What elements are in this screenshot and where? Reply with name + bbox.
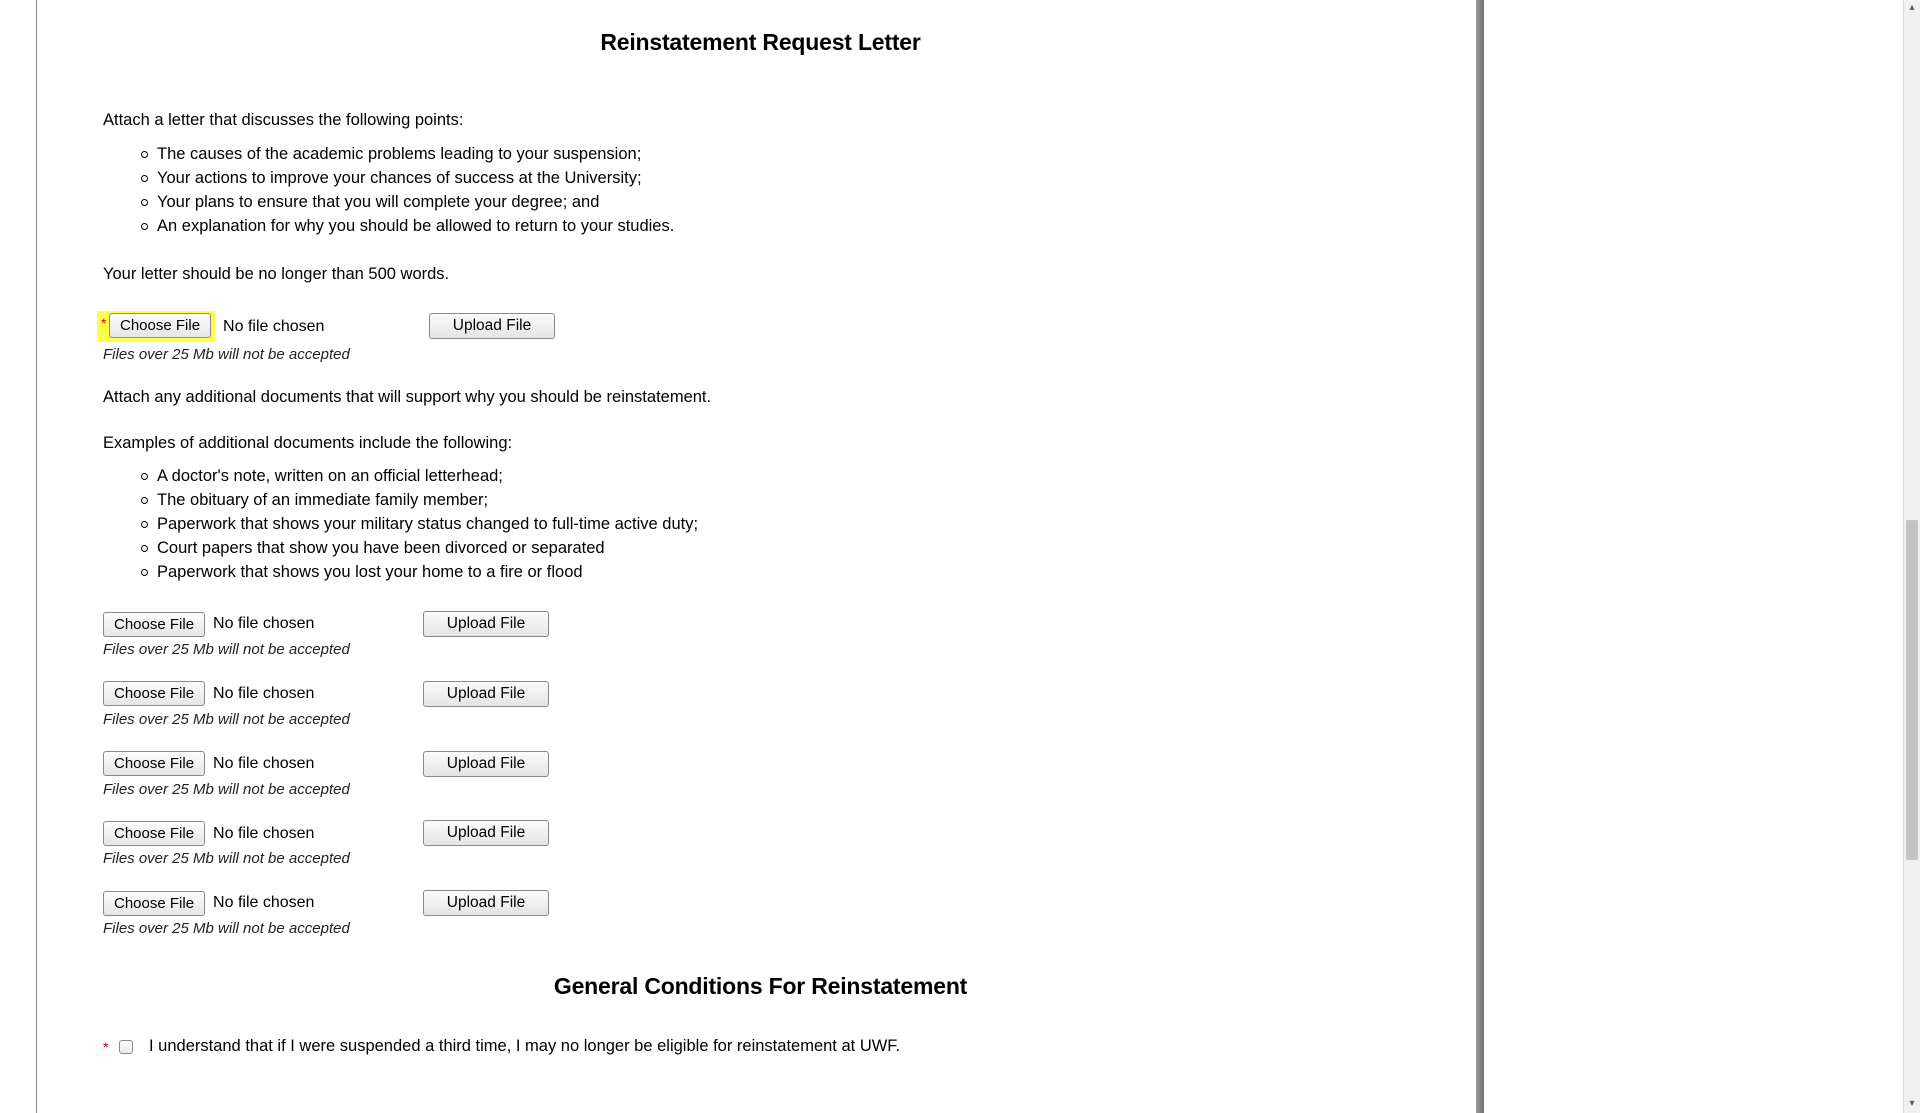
file-size-note: Files over 25 Mb will not be accepted: [103, 639, 1418, 661]
list-item: Paperwork that shows your military statu…: [157, 513, 1418, 537]
upload-file-button[interactable]: Upload File: [423, 820, 549, 846]
choose-file-button[interactable]: Choose File: [109, 313, 211, 338]
scroll-up-icon[interactable]: ▴: [1904, 0, 1920, 17]
file-row: Choose File No file chosen Upload File: [103, 818, 1418, 846]
upload-file-button[interactable]: Upload File: [429, 313, 555, 339]
no-file-chosen-text: No file chosen: [213, 822, 314, 845]
additional-upload-block: Choose File No file chosen Upload File F…: [103, 818, 1418, 870]
upload-file-button[interactable]: Upload File: [423, 751, 549, 777]
list-item: The causes of the academic problems lead…: [157, 143, 1418, 167]
choose-file-button[interactable]: Choose File: [103, 821, 205, 846]
no-file-chosen-text: No file chosen: [223, 315, 324, 338]
list-item: Paperwork that shows you lost your home …: [157, 561, 1418, 585]
condition-checkbox[interactable]: [119, 1040, 133, 1054]
file-row: Choose File No file chosen Upload File: [103, 609, 1418, 637]
section-title-general-conditions: General Conditions For Reinstatement: [103, 970, 1418, 1003]
vertical-scrollbar[interactable]: ▴ ▾: [1903, 0, 1920, 1113]
choose-file-button[interactable]: Choose File: [103, 681, 205, 706]
section-title-reinstatement-letter: Reinstatement Request Letter: [103, 26, 1418, 59]
upload-file-button[interactable]: Upload File: [423, 681, 549, 707]
file-row: Choose File No file chosen Upload File: [103, 749, 1418, 777]
additional-intro: Attach any additional documents that wil…: [103, 386, 1418, 410]
condition-checkbox-row: * I understand that if I were suspended …: [103, 1035, 1418, 1059]
additional-upload-block: Choose File No file chosen Upload File F…: [103, 749, 1418, 801]
list-item: Your plans to ensure that you will compl…: [157, 191, 1418, 215]
main-upload-block: * Choose File No file chosen Upload File…: [103, 309, 1418, 366]
required-mark: *: [101, 313, 109, 333]
list-item: An explanation for why you should be all…: [157, 215, 1418, 239]
additional-upload-block: Choose File No file chosen Upload File F…: [103, 888, 1418, 940]
choose-file-button[interactable]: Choose File: [103, 751, 205, 776]
file-row: Choose File No file chosen Upload File: [103, 888, 1418, 916]
no-file-chosen-text: No file chosen: [213, 612, 314, 635]
file-size-note: Files over 25 Mb will not be accepted: [103, 779, 1418, 801]
additional-upload-block: Choose File No file chosen Upload File F…: [103, 609, 1418, 661]
file-size-note: Files over 25 Mb will not be accepted: [103, 848, 1418, 870]
scroll-down-icon[interactable]: ▾: [1904, 1096, 1920, 1113]
file-row: * Choose File No file chosen Upload File: [103, 309, 1418, 342]
letter-intro: Attach a letter that discusses the follo…: [103, 109, 1418, 133]
letter-length-note: Your letter should be no longer than 500…: [103, 263, 1418, 287]
upload-file-button[interactable]: Upload File: [423, 611, 549, 637]
file-size-note: Files over 25 Mb will not be accepted: [103, 918, 1418, 940]
form-page: Reinstatement Request Letter Attach a le…: [36, 0, 1484, 1113]
no-file-chosen-text: No file chosen: [213, 752, 314, 775]
upload-file-button[interactable]: Upload File: [423, 890, 549, 916]
list-item: Your actions to improve your chances of …: [157, 167, 1418, 191]
required-highlight: * Choose File: [97, 311, 215, 342]
no-file-chosen-text: No file chosen: [213, 891, 314, 914]
file-size-note: Files over 25 Mb will not be accepted: [103, 344, 1418, 366]
list-item: The obituary of an immediate family memb…: [157, 489, 1418, 513]
no-file-chosen-text: No file chosen: [213, 682, 314, 705]
choose-file-button[interactable]: Choose File: [103, 612, 205, 637]
file-size-note: Files over 25 Mb will not be accepted: [103, 709, 1418, 731]
additional-examples-intro: Examples of additional documents include…: [103, 432, 1418, 456]
additional-examples-list: A doctor's note, written on an official …: [103, 465, 1418, 585]
required-mark: *: [103, 1037, 111, 1057]
choose-file-button[interactable]: Choose File: [103, 891, 205, 916]
additional-upload-block: Choose File No file chosen Upload File F…: [103, 679, 1418, 731]
list-item: A doctor's note, written on an official …: [157, 465, 1418, 489]
scroll-thumb[interactable]: [1906, 520, 1918, 860]
condition-text: I understand that if I were suspended a …: [149, 1035, 900, 1059]
inner-right-border: [1476, 0, 1484, 1113]
list-item: Court papers that show you have been div…: [157, 537, 1418, 561]
letter-points-list: The causes of the academic problems lead…: [103, 143, 1418, 239]
file-row: Choose File No file chosen Upload File: [103, 679, 1418, 707]
